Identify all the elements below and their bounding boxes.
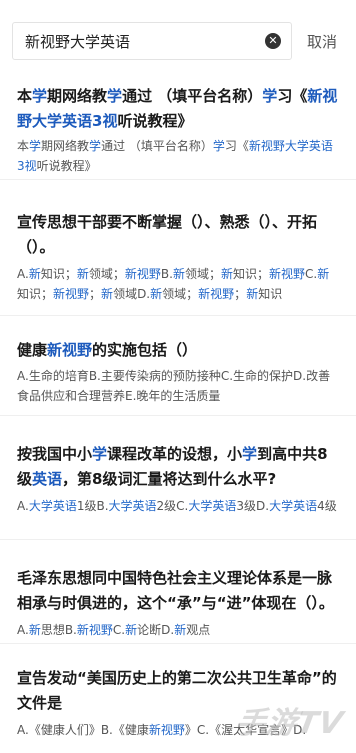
item-description: A.生命的培育B.主要传染病的预防接种C.生命的保护D.改善食品供应和合理营养E… [17,366,339,406]
list-item[interactable]: 本学期网络教学通过 （填平台名称）学习《新视野大学英语3视听说教程》 本学期网络… [0,78,356,180]
text-segment: ，第8级词汇量将达到什么水平? [62,470,277,488]
highlight-keyword: 大学英语 [269,499,318,513]
item-title: 健康新视野的实施包括（） [17,338,339,363]
text-segment: B. [160,267,173,281]
item-title: 本学期网络教学通过 （填平台名称）学习《新视野大学英语3视听说教程》 [17,84,339,134]
search-box[interactable]: ✕ [12,22,292,60]
item-description: 本学期网络教学通过 （填平台名称）学习《新视野大学英语3视听说教程》 [17,136,339,176]
cancel-button[interactable]: 取消 [307,31,337,52]
item-description: A.新思想B.新视野C.新论断D.新观点 [17,620,339,640]
highlight-keyword: 新 [150,287,163,301]
item-description: A.大学英语1级B.大学英语2级C.大学英语3级D.大学英语4级 [17,496,339,516]
text-segment: 听说教程》 [36,159,97,173]
highlight-keyword: 学 [212,139,225,153]
highlight-keyword: 大学英语 [28,499,77,513]
highlight-keyword: 新视野 [53,287,90,301]
highlight-keyword: 新视野 [76,623,113,637]
search-bar: ✕ 取消 [0,0,356,78]
highlight-keyword: 新视野 [148,723,185,737]
highlight-keyword: 大学英语 [108,499,157,513]
text-segment: A. [17,267,29,281]
text-segment: 通过 （填平台名称） [122,87,263,105]
highlight-keyword: 学 [242,445,258,463]
text-segment: 的实施包括（） [92,341,198,359]
highlight-keyword: 新视野 [124,267,161,281]
text-segment: 1级B. [76,499,109,513]
text-segment: 知识； [17,287,54,301]
highlight-keyword: 学 [89,139,102,153]
text-segment: 领域； [162,287,199,301]
highlight-keyword: 新 [246,287,259,301]
item-description: A.新知识；新领域；新视野B.新领域；新知识；新视野C.新知识；新视野；新领域D… [17,264,339,304]
text-segment: 领域； [184,267,221,281]
clear-icon[interactable]: ✕ [265,33,281,49]
highlight-keyword: 新 [125,623,138,637]
highlight-keyword: 学 [29,139,42,153]
text-segment: ； [89,287,102,301]
text-segment: 按我国中小 [17,445,93,463]
text-segment: ； [234,287,247,301]
text-segment: 知识； [40,267,77,281]
highlight-keyword: 新 [76,267,89,281]
text-segment: 习《 [277,87,308,105]
text-segment: 3级D. [236,499,270,513]
watermark-logo: 手游TV [232,706,347,741]
highlight-keyword: 学 [92,445,108,463]
highlight-keyword: 新 [174,623,187,637]
highlight-keyword: 新视野 [47,341,93,359]
list-item[interactable]: 健康新视野的实施包括（） A.生命的培育B.主要传染病的预防接种C.生命的保护D… [0,316,356,416]
text-segment: 知识； [232,267,269,281]
text-segment: 领域D. [113,287,151,301]
text-segment: 通过 （填平台名称） [101,139,213,153]
text-segment: 知识 [258,287,283,301]
highlight-keyword: 新 [28,623,41,637]
highlight-keyword: 新视野 [198,287,235,301]
text-segment: 习《 [224,139,249,153]
text-segment: A.生命的培育B.主要传染病的预防接种C.生命的保护D.改善食品供应和合理营养E… [17,369,331,403]
highlight-keyword: 新 [172,267,185,281]
text-segment: A.《健康人们》B.《健康 [17,723,149,737]
text-segment: 领域； [88,267,125,281]
highlight-keyword: 学 [262,87,278,105]
text-segment: 论断D. [137,623,175,637]
results-list: 本学期网络教学通过 （填平台名称）学习《新视野大学英语3视听说教程》 本学期网络… [0,78,356,753]
item-title: 毛泽东思想同中国特色社会主义理论体系是一脉相承与时俱进的，这个“承”与“进”体现… [17,566,339,616]
text-segment: 健康 [17,341,48,359]
text-segment: 本 [17,87,33,105]
highlight-keyword: 学 [32,87,48,105]
text-segment: 期网络教 [41,139,90,153]
text-segment: 4级 [317,499,337,513]
text-segment: A. [17,623,29,637]
list-item[interactable]: 按我国中小学课程改革的设想，小学到高中共8级英语，第8级词汇量将达到什么水平? … [0,416,356,540]
highlight-keyword: 新 [101,287,114,301]
item-title: 宣传思想干部要不断掌握（）、熟悉（）、开拓（）。 [17,210,339,260]
highlight-keyword: 新 [28,267,41,281]
text-segment: 宣传思想干部要不断掌握（）、熟悉（）、开拓（）。 [17,213,318,256]
text-segment: 观点 [186,623,211,637]
text-segment: 听说教程》 [117,112,193,130]
highlight-keyword: 新视野 [269,267,306,281]
item-title: 按我国中小学课程改革的设想，小学到高中共8级英语，第8级词汇量将达到什么水平? [17,442,339,492]
text-segment: 本 [17,139,30,153]
list-item[interactable]: 毛泽东思想同中国特色社会主义理论体系是一脉相承与时俱进的，这个“承”与“进”体现… [0,540,356,644]
highlight-keyword: 英语 [32,470,63,488]
text-segment: 期网络教 [47,87,108,105]
text-segment: 2级C. [156,499,189,513]
text-segment: 思想B. [40,623,77,637]
text-segment: A. [17,499,29,513]
highlight-keyword: 大学英语 [188,499,237,513]
highlight-keyword: 新 [220,267,233,281]
list-item[interactable]: 宣传思想干部要不断掌握（）、熟悉（）、开拓（）。 A.新知识；新领域；新视野B.… [0,180,356,316]
text-segment: 毛泽东思想同中国特色社会主义理论体系是一脉相承与时俱进的，这个“承”与“进”体现… [17,569,334,612]
highlight-keyword: 新 [317,267,330,281]
text-segment: C. [305,267,318,281]
text-segment: C. [112,623,126,637]
text-segment: 课程改革的设想，小 [107,445,243,463]
highlight-keyword: 学 [107,87,123,105]
search-input[interactable] [25,23,255,59]
